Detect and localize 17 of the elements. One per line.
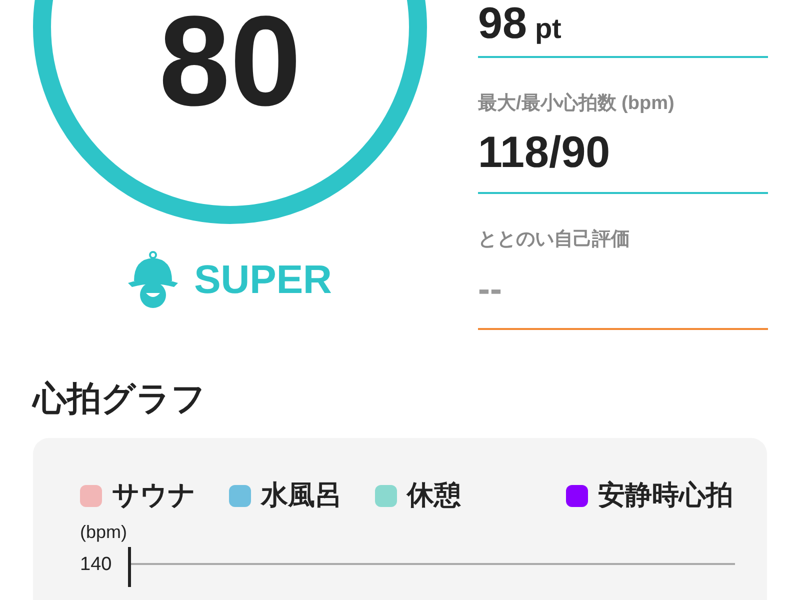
helmet-face-icon (128, 251, 178, 309)
legend-label: 水風呂 (261, 482, 342, 509)
legend-label: サウナ (112, 482, 196, 509)
section-title: 心拍グラフ (33, 382, 207, 416)
stat-unit: pt (534, 15, 562, 43)
axis-tick-label: 140 (80, 554, 113, 574)
grade-label: SUPER (194, 257, 332, 304)
stat-label: ととのい自己評価 (478, 230, 631, 249)
stat-value: 98 (478, 2, 527, 46)
score-value: 80 (158, 0, 302, 126)
y-axis-line (128, 547, 131, 587)
stat-label: 最大/最小心拍数 (bpm) (478, 94, 676, 113)
axis-unit: (bpm) (80, 523, 128, 541)
legend-label: 休憩 (407, 482, 461, 509)
stat-value: 118/90 (478, 131, 610, 175)
legend-label: 安静時心拍 (598, 482, 733, 509)
stat-empty-value: -- (478, 271, 502, 307)
